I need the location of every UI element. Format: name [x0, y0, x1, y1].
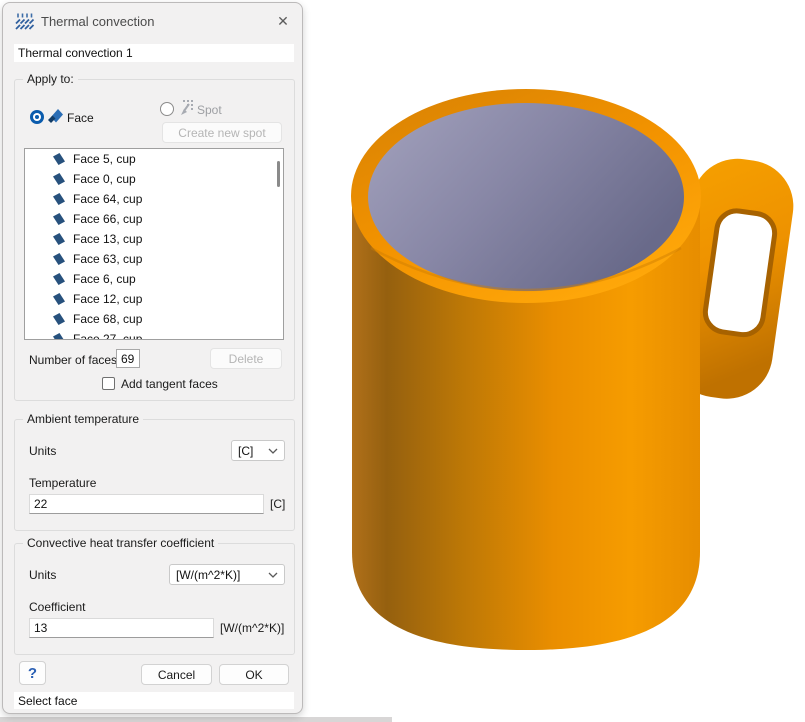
spot-radio — [160, 102, 174, 116]
face-icon — [52, 312, 66, 326]
face-list-item[interactable]: Face 68, cup — [25, 309, 283, 329]
create-new-spot-button: Create new spot — [162, 122, 282, 143]
chevron-down-icon — [268, 448, 278, 454]
apply-to-label: Apply to: — [23, 72, 78, 86]
add-tangent-faces-checkbox[interactable] — [102, 377, 115, 390]
apply-to-group: Apply to: Face Spot Create new spot — [14, 79, 295, 401]
mug-interior[interactable] — [368, 103, 684, 291]
thermal-convection-icon — [15, 13, 35, 30]
chevron-down-icon — [268, 572, 278, 578]
convective-units-dropdown[interactable]: [W/(m^2*K)] — [169, 564, 285, 585]
status-bar: Select face — [14, 692, 294, 709]
help-button[interactable]: ? — [19, 661, 46, 685]
face-icon — [52, 332, 66, 340]
ambient-temperature-label: Ambient temperature — [23, 412, 143, 426]
dialog-title: Thermal convection — [41, 14, 154, 29]
coefficient-unit-suffix: [W/(m^2*K)] — [220, 621, 284, 635]
number-of-faces-label: Number of faces — [29, 353, 117, 367]
face-icon — [52, 212, 66, 226]
close-icon[interactable]: ✕ — [273, 11, 293, 31]
face-list-item[interactable]: Face 66, cup — [25, 209, 283, 229]
face-list-item[interactable]: Face 12, cup — [25, 289, 283, 309]
face-icon — [52, 272, 66, 286]
spot-icon — [179, 99, 196, 116]
face-list[interactable]: Face 5, cupFace 0, cupFace 64, cupFace 6… — [24, 148, 284, 340]
thermal-convection-dialog: Thermal convection ✕ Apply to: Face — [2, 2, 303, 714]
face-list-item[interactable]: Face 27, cup — [25, 329, 283, 340]
face-icon — [52, 192, 66, 206]
cancel-button[interactable]: Cancel — [141, 664, 212, 685]
3d-viewport[interactable] — [305, 0, 805, 722]
spot-option-label: Spot — [197, 103, 222, 117]
face-icon — [52, 152, 66, 166]
face-icon — [52, 232, 66, 246]
coefficient-input[interactable] — [29, 618, 214, 638]
face-list-scrollbar[interactable] — [277, 161, 280, 187]
face-icon — [52, 172, 66, 186]
ambient-units-dropdown[interactable]: [C] — [231, 440, 285, 461]
app-window: Thermal convection ✕ Apply to: Face — [0, 0, 805, 722]
temperature-input[interactable] — [29, 494, 264, 514]
face-list-item[interactable]: Face 13, cup — [25, 229, 283, 249]
convective-coefficient-label: Convective heat transfer coefficient — [23, 536, 218, 550]
dialog-titlebar[interactable]: Thermal convection ✕ — [3, 3, 302, 39]
ambient-temperature-group: Ambient temperature Units [C] Temperatur… — [14, 419, 295, 531]
ambient-units-label: Units — [29, 444, 56, 458]
mug-model[interactable] — [305, 0, 805, 722]
temperature-unit-suffix: [C] — [270, 497, 285, 511]
face-list-item[interactable]: Face 63, cup — [25, 249, 283, 269]
face-list-item[interactable]: Face 6, cup — [25, 269, 283, 289]
face-icon — [47, 106, 65, 124]
convective-units-label: Units — [29, 568, 56, 582]
face-list-item[interactable]: Face 0, cup — [25, 169, 283, 189]
convective-coefficient-group: Convective heat transfer coefficient Uni… — [14, 543, 295, 655]
face-list-item[interactable]: Face 5, cup — [25, 149, 283, 169]
coefficient-label: Coefficient — [29, 600, 85, 614]
face-radio[interactable] — [30, 110, 44, 124]
temperature-label: Temperature — [29, 476, 96, 490]
face-option-label: Face — [67, 111, 94, 125]
face-icon — [52, 292, 66, 306]
ok-button[interactable]: OK — [219, 664, 289, 685]
number-of-faces-value: 69 — [116, 349, 140, 368]
face-icon — [52, 252, 66, 266]
delete-button: Delete — [210, 348, 282, 369]
convection-name-input[interactable] — [14, 44, 294, 62]
face-list-item[interactable]: Face 64, cup — [25, 189, 283, 209]
bottom-edge-strip — [0, 717, 392, 722]
add-tangent-faces-label: Add tangent faces — [121, 377, 218, 391]
